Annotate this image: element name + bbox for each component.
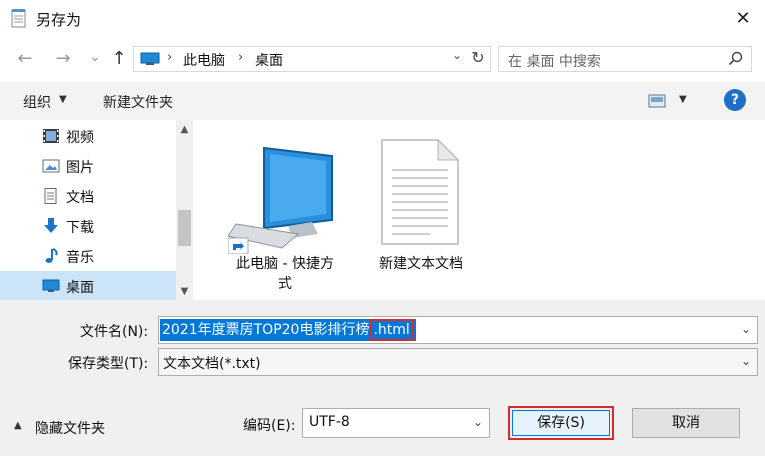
computer-shortcut-icon <box>228 146 333 254</box>
sidebar-item-label: 下载 <box>66 220 94 236</box>
scroll-up-icon[interactable]: ▲ <box>176 122 193 138</box>
address-dropdown-icon[interactable]: ⌄ <box>452 48 462 62</box>
save-button[interactable]: 保存(S) <box>512 410 610 436</box>
breadcrumb-desktop[interactable]: 桌面 <box>255 50 283 70</box>
download-icon <box>44 218 58 233</box>
collapse-icon[interactable]: ▲ <box>14 420 22 431</box>
sidebar-item-music[interactable]: 音乐 <box>0 241 176 271</box>
filename-extension: .html <box>373 322 410 338</box>
scroll-down-icon[interactable]: ▼ <box>176 284 193 300</box>
view-dropdown-icon[interactable]: ▼ <box>679 94 687 105</box>
up-button[interactable]: ↑ <box>108 48 130 70</box>
breadcrumb-separator: › <box>167 50 173 65</box>
file-label-continued: 式 <box>278 276 292 292</box>
sidebar-item-label: 视频 <box>66 130 94 146</box>
filetype-label: 保存类型(T): <box>68 356 149 372</box>
breadcrumb-this-pc[interactable]: 此电脑 <box>183 50 225 70</box>
caret-down-icon: ▼ <box>59 94 67 105</box>
file-label: 此电脑 - 快捷方 <box>236 256 334 272</box>
sidebar-item-pictures[interactable]: 图片 <box>0 151 176 181</box>
help-icon[interactable]: ? <box>724 89 746 111</box>
title-bar <box>0 0 765 38</box>
filename-extension-highlight: .html <box>369 319 414 341</box>
sidebar-item-label: 图片 <box>66 160 94 176</box>
computer-icon <box>140 52 160 65</box>
document-icon <box>44 188 57 204</box>
encoding-label: 编码(E): <box>243 418 296 434</box>
scrollbar-thumb[interactable] <box>178 210 191 246</box>
sidebar-item-documents[interactable]: 文档 <box>0 181 176 211</box>
filetype-dropdown-icon[interactable]: ⌄ <box>741 354 751 368</box>
sidebar-item-label: 音乐 <box>66 250 94 266</box>
desktop-icon <box>42 279 60 292</box>
search-input[interactable]: 在 桌面 中搜索 <box>508 51 601 71</box>
search-icon[interactable] <box>728 51 744 67</box>
hide-folders-button[interactable]: 隐藏文件夹 <box>35 418 105 438</box>
filename-selected-text: 2021年度票房TOP20电影排行榜 .html <box>160 319 416 341</box>
filename-label: 文件名(N): <box>80 324 149 340</box>
close-button[interactable]: ✕ <box>730 6 756 32</box>
filetype-value: 文本文档(*.txt) <box>163 356 261 372</box>
organize-button[interactable]: 组织 <box>23 92 51 112</box>
sidebar-item-label: 桌面 <box>66 280 94 296</box>
back-button[interactable]: ← <box>14 48 36 70</box>
sidebar-item-label: 文档 <box>66 190 94 206</box>
image-icon <box>42 159 60 173</box>
file-label: 新建文本文档 <box>379 256 463 272</box>
sidebar-item-desktop[interactable]: 桌面 <box>0 271 176 301</box>
breadcrumb-separator: › <box>238 50 244 65</box>
encoding-dropdown-icon[interactable]: ⌄ <box>473 415 483 429</box>
filename-base: 2021年度票房TOP20电影排行榜 <box>162 322 370 338</box>
view-options-icon[interactable] <box>648 94 666 108</box>
recent-locations-button[interactable]: ⌄ <box>84 46 106 68</box>
notepad-icon <box>11 9 26 28</box>
refresh-button[interactable]: ↻ <box>468 48 488 67</box>
forward-button[interactable]: → <box>52 48 74 70</box>
window-title: 另存为 <box>36 11 82 29</box>
video-icon <box>43 129 59 143</box>
cancel-button[interactable]: 取消 <box>632 408 740 438</box>
sidebar-item-downloads[interactable]: 下载 <box>0 211 176 241</box>
encoding-value: UTF-8 <box>309 414 350 430</box>
new-folder-button[interactable]: 新建文件夹 <box>103 92 173 112</box>
text-file-icon <box>381 138 460 245</box>
sidebar-item-videos[interactable]: 视频 <box>0 121 176 151</box>
filename-dropdown-icon[interactable]: ⌄ <box>741 322 751 336</box>
file-item-this-pc-shortcut[interactable]: 此电脑 - 快捷方 式 <box>222 138 348 298</box>
music-icon <box>45 248 58 263</box>
file-item-new-text-document[interactable]: 新建文本文档 <box>366 138 476 278</box>
